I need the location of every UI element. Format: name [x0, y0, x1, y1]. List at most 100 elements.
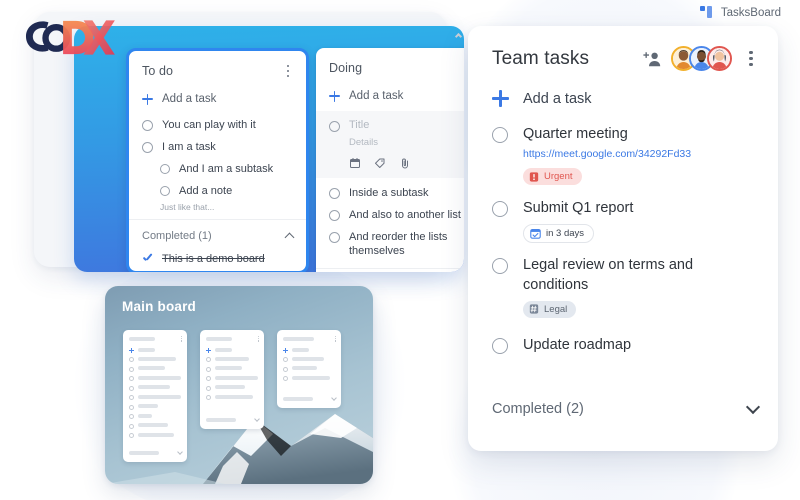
app-screenshot: To do Add a task You can play with it I … — [0, 0, 800, 500]
plus-icon — [142, 93, 153, 105]
plus-icon — [492, 90, 509, 107]
task-link[interactable]: https://meet.google.com/34292Fd33 — [523, 146, 754, 162]
task-note: Just like that... — [160, 202, 215, 212]
add-task-label: Add a task — [523, 90, 592, 107]
skeleton-column — [277, 330, 341, 408]
plus-icon — [129, 347, 134, 353]
board-scrollbar[interactable] — [454, 32, 463, 266]
task-title: Quarter meeting — [523, 126, 628, 142]
due-date-badge[interactable]: in 3 days — [523, 223, 595, 243]
team-tasks-panel: Team tasks Add a task Quarter meeting ht… — [468, 26, 778, 451]
badge-label: in 3 days — [546, 227, 585, 239]
task-title: You can play with it — [162, 119, 256, 131]
task-title: I am a task — [162, 141, 216, 153]
column-title: To do — [142, 64, 174, 78]
skeleton-column — [123, 330, 187, 462]
column-menu-icon[interactable] — [281, 63, 295, 79]
task-title: Legal review on terms and conditions — [523, 256, 694, 293]
task-row[interactable]: Inside a subtask — [316, 178, 464, 204]
task-checkbox-icon[interactable] — [492, 338, 508, 354]
priority-icon — [529, 171, 539, 182]
main-board-illustration: Main board — [105, 286, 373, 484]
column-header: Doing — [316, 48, 464, 86]
plus-icon — [206, 347, 211, 353]
completed-task-title: This is a demo board — [162, 253, 265, 265]
completed-section-toggle[interactable]: Completed (1) — [316, 268, 464, 272]
task-row[interactable]: You can play with it — [129, 114, 306, 136]
add-task-button[interactable]: Add a task — [468, 71, 778, 113]
task-row[interactable]: And also to another list — [316, 204, 464, 226]
task-title: And reorder the lists themselves — [349, 231, 448, 257]
tasksboard-brand[interactable]: TasksBoard — [699, 6, 781, 19]
task-checkbox-icon[interactable] — [142, 142, 153, 153]
add-task-label: Add a task — [349, 90, 404, 102]
panel-header: Team tasks — [468, 26, 778, 71]
brand-label: TasksBoard — [720, 6, 781, 19]
add-task-button[interactable]: Add a task — [129, 89, 306, 114]
task-title: Update roadmap — [523, 337, 632, 353]
attachment-icon[interactable] — [399, 157, 411, 169]
add-person-icon[interactable] — [643, 51, 663, 67]
task-checkbox-icon[interactable] — [329, 232, 340, 243]
task-title-input[interactable]: Title — [349, 119, 369, 132]
subtask-row[interactable]: And I am a subtask — [129, 158, 306, 180]
hash-icon — [529, 304, 539, 314]
completed-section-toggle[interactable]: Completed (2) — [492, 399, 761, 417]
task-title: And I am a subtask — [179, 163, 274, 175]
task-title: And also to another list — [349, 209, 461, 221]
chevron-up-icon[interactable] — [454, 32, 463, 41]
add-task-button[interactable]: Add a task — [316, 86, 464, 111]
task-title: Add a note — [179, 185, 233, 197]
add-task-label: Add a task — [162, 93, 217, 105]
task-row[interactable]: And reorder the lists themselves — [316, 226, 464, 262]
avatar-group[interactable] — [671, 46, 732, 71]
chevron-up-icon[interactable] — [284, 232, 295, 243]
task-checkbox-icon[interactable] — [329, 210, 340, 221]
board-canvas: To do Add a task You can play with it I … — [74, 26, 464, 272]
task-row[interactable]: Quarter meeting https://meet.google.com/… — [468, 113, 778, 187]
task-editor[interactable]: Title Details — [316, 111, 464, 178]
avatar[interactable] — [707, 46, 732, 71]
panel-menu-icon[interactable] — [744, 51, 758, 67]
tasksboard-logo-icon — [699, 6, 712, 18]
codx-logo — [25, 20, 115, 55]
task-checkbox-icon[interactable] — [160, 164, 170, 174]
calendar-icon[interactable] — [349, 157, 361, 169]
task-checkbox-icon[interactable] — [492, 257, 508, 274]
check-icon — [142, 254, 153, 265]
tag-icon[interactable] — [374, 157, 386, 169]
subtask-row[interactable]: Add a note — [129, 180, 306, 202]
task-row[interactable]: Submit Q1 report in 3 days — [468, 187, 778, 244]
task-checkbox-icon[interactable] — [329, 188, 340, 199]
task-title: Submit Q1 report — [523, 199, 634, 216]
list-column-doing[interactable]: Doing Add a task Title Details Inside a … — [316, 48, 464, 272]
calendar-icon — [530, 228, 541, 239]
skeleton-column — [200, 330, 264, 429]
plus-icon — [329, 90, 340, 102]
task-checkbox-icon[interactable] — [492, 200, 508, 217]
badge-label: Urgent — [544, 171, 573, 182]
task-details-input[interactable]: Details — [329, 136, 464, 150]
chevron-down-icon[interactable] — [745, 399, 761, 415]
task-checkbox-icon[interactable] — [142, 120, 153, 131]
badge-label: Legal — [544, 303, 568, 315]
column-header: To do — [129, 51, 306, 89]
column-title: Doing — [329, 61, 363, 75]
main-board-title: Main board — [122, 299, 197, 314]
task-checkbox-icon[interactable] — [492, 127, 508, 143]
completed-label: Completed (2) — [492, 401, 584, 417]
status-badge[interactable]: Urgent — [523, 168, 582, 185]
task-title: Inside a subtask — [349, 187, 429, 199]
task-row[interactable]: Update roadmap — [468, 319, 778, 355]
task-checkbox-icon[interactable] — [329, 121, 340, 132]
task-row[interactable]: I am a task — [129, 136, 306, 158]
task-row[interactable]: Legal review on terms and conditions Leg… — [468, 244, 778, 320]
plus-icon — [283, 347, 288, 353]
completed-task-row[interactable]: This is a demo board — [129, 250, 306, 272]
completed-section-toggle[interactable]: Completed (1) — [129, 219, 306, 250]
list-column-todo[interactable]: To do Add a task You can play with it I … — [126, 48, 309, 272]
page-title: Team tasks — [492, 47, 590, 69]
task-checkbox-icon[interactable] — [160, 186, 170, 196]
completed-label: Completed (1) — [142, 230, 212, 242]
status-badge[interactable]: Legal — [523, 300, 577, 318]
